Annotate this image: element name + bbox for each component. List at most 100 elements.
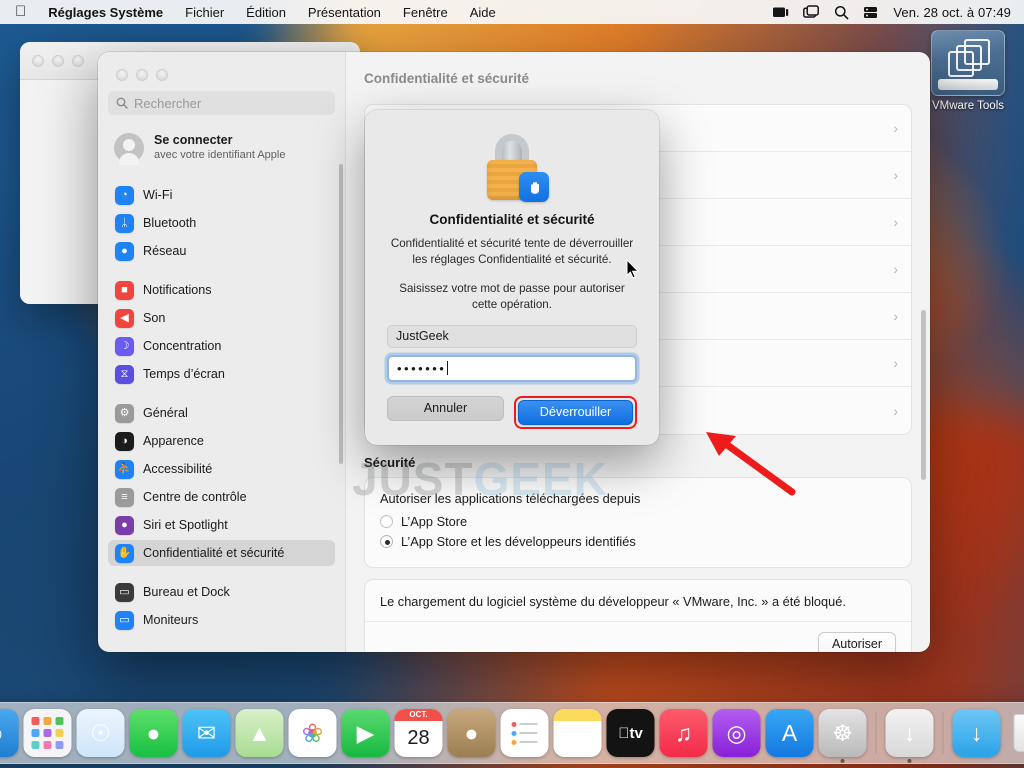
search-icon[interactable]	[834, 5, 849, 20]
dock-item-installer[interactable]: ↓	[885, 709, 934, 763]
settings-traffic-lights[interactable]	[116, 69, 335, 81]
sidebar-item-apple-id[interactable]: Se connecter avec votre identifiant Appl…	[108, 128, 335, 168]
sidebar-item-label: Notifications	[143, 283, 212, 297]
dock-item-reminders[interactable]	[500, 709, 549, 757]
sidebar-item-label: Wi-Fi	[143, 188, 173, 202]
sidebar-scrollbar[interactable]	[339, 164, 343, 464]
radio-button[interactable]	[380, 515, 393, 528]
authentication-dialog[interactable]: Confidentialité et sécurité Confidential…	[365, 110, 659, 445]
cancel-button[interactable]: Annuler	[387, 395, 504, 421]
menu-item-aide[interactable]: Aide	[459, 5, 507, 20]
dock-item-launchpad[interactable]	[23, 709, 72, 757]
username-field[interactable]: JustGeek	[387, 324, 637, 348]
gatekeeper-card: Autoriser les applications téléchargées …	[364, 477, 912, 568]
sidebar-item-r-seau[interactable]: ● Réseau	[108, 238, 335, 264]
dock-item-safari[interactable]: ☉	[76, 709, 125, 757]
dock[interactable]: ☺☉●✉▲❀▶OCT.28●tv♫◎A☸ ↓ ↓	[0, 702, 1024, 764]
dock-item-notes[interactable]	[553, 709, 602, 757]
sidebar-item-centre-de-contr-le[interactable]: ≡ Centre de contrôle	[108, 484, 335, 510]
dock-item-downloads-folder[interactable]: ↓	[952, 709, 1001, 757]
menu-bar-clock[interactable]: Ven. 28 oct. à 07:49	[893, 5, 1011, 20]
settings-title-bar[interactable]	[108, 52, 335, 91]
sidebar-item-g-n-ral[interactable]: ⚙ Général	[108, 400, 335, 426]
sidebar-groups: ◔ Wi-Fi ᛦ Bluetooth ● Réseau ■ Notifications ◀ So…	[108, 182, 335, 633]
menu-item-presentation[interactable]: Présentation	[297, 5, 392, 20]
contacts-icon: ●	[447, 709, 496, 757]
password-field[interactable]: •••••••	[387, 354, 637, 382]
apple-id-subtitle: avec votre identifiant Apple	[154, 148, 286, 161]
sidebar-item-label: Moniteurs	[143, 613, 199, 627]
dock-recent-items: ↓	[885, 709, 934, 763]
dock-item-facetime[interactable]: ▶	[341, 709, 390, 757]
dialog-title: Confidentialité et sécurité	[429, 212, 595, 227]
dialog-message: Confidentialité et sécurité tente de dév…	[390, 237, 634, 267]
sidebar-item-moniteurs[interactable]: ▭ Moniteurs	[108, 607, 335, 633]
radio-app-store-and-identified-developers[interactable]: L’App Store et les développeurs identifi…	[380, 534, 896, 549]
dock-item-calendar[interactable]: OCT. 28	[394, 709, 443, 757]
minimize-button[interactable]	[136, 69, 148, 81]
dock-item-music[interactable]: ♫	[659, 709, 708, 757]
calendar-icon: OCT. 28	[394, 709, 443, 757]
radio-button[interactable]	[380, 535, 393, 548]
search-icon	[116, 97, 128, 109]
dock-item-finder[interactable]: ☺	[0, 709, 19, 757]
screen-mirroring-icon[interactable]	[772, 6, 789, 19]
menu-item-fichier[interactable]: Fichier	[174, 5, 235, 20]
mail-icon: ✉	[182, 709, 231, 757]
dock-item-appletv[interactable]: tv	[606, 709, 655, 757]
apple-logo-icon[interactable]: 	[9, 4, 37, 21]
running-indicator	[840, 759, 845, 763]
sidebar-item-apparence[interactable]: ◑ Apparence	[108, 428, 335, 454]
privacy-hand-icon: ✋	[115, 543, 134, 563]
appletv-icon: tv	[606, 709, 655, 757]
close-button[interactable]	[116, 69, 128, 81]
sidebar-item-concentration[interactable]: ☽ Concentration	[108, 333, 335, 359]
search-placeholder: Rechercher	[134, 95, 202, 111]
dock-item-system-settings[interactable]: ☸	[818, 709, 867, 763]
sidebar-item-bluetooth[interactable]: ᛦ Bluetooth	[108, 210, 335, 236]
downloads-folder-icon: ↓	[952, 709, 1001, 757]
siri-icon: ●	[115, 515, 134, 535]
network-globe-icon: ●	[115, 241, 134, 261]
security-section-title: Sécurité	[364, 455, 416, 470]
menu-item-fenetre[interactable]: Fenêtre	[392, 5, 459, 20]
battery-icon[interactable]	[863, 6, 879, 19]
sidebar-item-temps-d-cran[interactable]: ⧖ Temps d’écran	[108, 361, 335, 387]
dock-item-appstore[interactable]: A	[765, 709, 814, 757]
podcasts-icon: ◎	[712, 709, 761, 757]
sidebar-item-son[interactable]: ◀ Son	[108, 305, 335, 331]
unlock-button[interactable]: Déverrouiller	[518, 399, 633, 425]
sidebar-item-confidentialit-et-s-curit[interactable]: ✋ Confidentialité et sécurité	[108, 540, 335, 566]
wifi-icon: ◔	[115, 185, 134, 205]
allow-button[interactable]: Autoriser	[817, 632, 896, 652]
menu-item-edition[interactable]: Édition	[235, 5, 297, 20]
zoom-button[interactable]	[156, 69, 168, 81]
content-scrollbar[interactable]	[921, 310, 926, 480]
finder-icon: ☺	[0, 709, 19, 757]
sidebar-item-wi-fi[interactable]: ◔ Wi-Fi	[108, 182, 335, 208]
dock-folder-items: ↓	[952, 709, 1024, 757]
chevron-right-icon: ›	[893, 214, 898, 230]
dock-item-contacts[interactable]: ●	[447, 709, 496, 757]
sidebar-item-notifications[interactable]: ■ Notifications	[108, 277, 335, 303]
settings-sidebar[interactable]: Rechercher Se connecter avec votre ident…	[98, 52, 346, 652]
menu-item-app[interactable]: Réglages Système	[37, 5, 174, 20]
radio-app-store[interactable]: L’App Store	[380, 514, 896, 529]
content-header: Confidentialité et sécurité	[346, 52, 930, 104]
sidebar-group-0: ◔ Wi-Fi ᛦ Bluetooth ● Réseau	[108, 182, 335, 264]
dock-item-photos[interactable]: ❀	[288, 709, 337, 757]
page-title: Confidentialité et sécurité	[364, 70, 530, 86]
dock-item-mail[interactable]: ✉	[182, 709, 231, 757]
desktop-icon-vmware-tools[interactable]: VMware Tools	[922, 30, 1014, 112]
dock-item-messages[interactable]: ●	[129, 709, 178, 757]
sidebar-item-label: Bureau et Dock	[143, 585, 230, 599]
sidebar-item-accessibilit[interactable]: ⛹ Accessibilité	[108, 456, 335, 482]
sidebar-item-bureau-et-dock[interactable]: ▭ Bureau et Dock	[108, 579, 335, 605]
search-input[interactable]: Rechercher	[108, 91, 335, 115]
sidebar-item-siri-et-spotlight[interactable]: ● Siri et Spotlight	[108, 512, 335, 538]
control-center-icon[interactable]	[803, 5, 820, 19]
displays-icon: ▭	[115, 610, 134, 630]
dock-item-trash[interactable]	[1006, 709, 1024, 757]
dock-item-maps[interactable]: ▲	[235, 709, 284, 757]
dock-item-podcasts[interactable]: ◎	[712, 709, 761, 757]
